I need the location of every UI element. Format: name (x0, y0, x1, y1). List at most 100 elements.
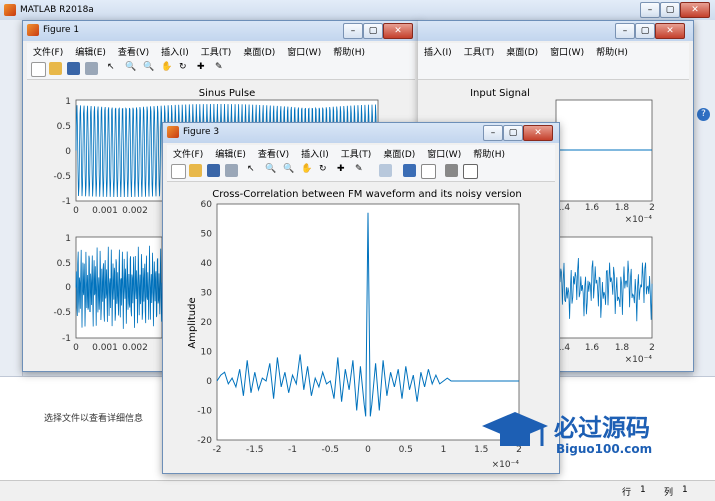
zoom-in-icon[interactable]: 🔍 (265, 164, 278, 177)
pointer-icon[interactable]: ↖ (107, 62, 120, 75)
matlab-minimize-button[interactable]: – (640, 2, 660, 18)
matlab-logo-icon (4, 4, 16, 16)
show-tools-icon[interactable] (463, 164, 478, 179)
brush-icon[interactable]: ✎ (215, 62, 228, 75)
x-tick-label: -1 (288, 445, 297, 455)
pan-icon[interactable]: ✋ (161, 62, 174, 75)
menu-view[interactable]: 查看(V) (112, 43, 155, 60)
secondary-close-button[interactable]: ✕ (655, 23, 685, 39)
y-tick-label: 30 (201, 289, 213, 299)
figure1-menubar: 文件(F) 编辑(E) 查看(V) 插入(I) 工具(T) 桌面(D) 窗口(W) 帮助(H) (27, 43, 415, 59)
secondary-toolbar (418, 59, 689, 80)
print-icon[interactable] (225, 164, 238, 177)
brush-icon[interactable]: ✎ (355, 164, 368, 177)
new-icon[interactable] (171, 164, 186, 179)
status-row-value: 1 (640, 485, 646, 495)
datatip-icon[interactable]: ✚ (197, 62, 210, 75)
menu-window[interactable]: 窗口(W) (421, 145, 467, 162)
matlab-title: MATLAB R2018a (20, 5, 94, 15)
menu-file[interactable]: 文件(F) (27, 43, 69, 60)
menu-insert-2[interactable]: 插入(I) (418, 43, 458, 60)
figure3-titlebar[interactable]: Figure 3 – ▢ ✕ (163, 123, 559, 143)
open-icon[interactable] (189, 164, 202, 177)
figure1-maximize-button[interactable]: ▢ (363, 23, 383, 39)
menu-file[interactable]: 文件(F) (167, 145, 209, 162)
save-icon[interactable] (67, 62, 80, 75)
x-tick-label: 0 (365, 445, 371, 455)
status-col-value: 1 (682, 485, 688, 495)
y-tick-label: 50 (201, 230, 213, 240)
watermark-cn: 必过源码 (554, 414, 650, 442)
menu-desktop[interactable]: 桌面(D) (377, 145, 421, 162)
figure-icon (167, 126, 179, 138)
watermark: 必过源码 Biguo100.com (480, 408, 710, 462)
figure3-minimize-button[interactable]: – (483, 125, 503, 141)
menu-window-2[interactable]: 窗口(W) (544, 43, 590, 60)
figure3-maximize-button[interactable]: ▢ (503, 125, 523, 141)
menu-edit[interactable]: 编辑(E) (69, 43, 112, 60)
x-tick-label: 1 (441, 445, 447, 455)
zoom-out-icon[interactable]: 🔍 (283, 164, 296, 177)
figure1-minimize-button[interactable]: – (343, 23, 363, 39)
watermark-url: Biguo100.com (556, 442, 653, 456)
menu-insert[interactable]: 插入(I) (295, 145, 335, 162)
rotate-icon[interactable]: ↻ (319, 164, 332, 177)
y-tick-label: 40 (201, 259, 213, 269)
figure1-close-button[interactable]: ✕ (383, 23, 413, 39)
new-icon[interactable] (31, 62, 46, 77)
figure3-title: Figure 3 (183, 127, 220, 137)
link-icon[interactable] (379, 164, 392, 177)
menu-help[interactable]: 帮助(H) (327, 43, 371, 60)
status-bar: 行 1 列 1 (0, 480, 715, 501)
pan-icon[interactable]: ✋ (301, 164, 314, 177)
menu-tools[interactable]: 工具(T) (195, 43, 238, 60)
y-tick-label: -20 (197, 436, 212, 446)
menu-desktop[interactable]: 桌面(D) (237, 43, 281, 60)
save-icon[interactable] (207, 164, 220, 177)
status-col-label: 列 (664, 488, 674, 498)
print-icon[interactable] (85, 62, 98, 75)
y-tick-label: -10 (197, 407, 212, 417)
menu-window[interactable]: 窗口(W) (281, 43, 327, 60)
x-tick-label: 0.5 (399, 445, 413, 455)
matlab-titlebar: MATLAB R2018a – ▢ ✕ (0, 0, 715, 20)
y-tick-label: 20 (201, 318, 213, 328)
menu-tools-2[interactable]: 工具(T) (458, 43, 501, 60)
y-tick-label: 0 (206, 377, 212, 387)
zoom-out-icon[interactable]: 🔍 (143, 62, 156, 75)
x-tick-label: -0.5 (321, 445, 339, 455)
matlab-maximize-button[interactable]: ▢ (660, 2, 680, 18)
menu-insert[interactable]: 插入(I) (155, 43, 195, 60)
figure1-secondary-titlebar[interactable]: – ▢ ✕ (418, 21, 693, 41)
datatip-icon[interactable]: ✚ (337, 164, 350, 177)
menu-edit[interactable]: 编辑(E) (209, 145, 252, 162)
secondary-menubar: 插入(I) 工具(T) 桌面(D) 窗口(W) 帮助(H) (418, 43, 689, 59)
figure3-menubar: 文件(F) 编辑(E) 查看(V) 插入(I) 工具(T) 桌面(D) 窗口(W) 帮助(H) (167, 145, 555, 161)
y-tick-label: 10 (201, 348, 213, 358)
menu-help-2[interactable]: 帮助(H) (590, 43, 634, 60)
status-row-label: 行 (622, 488, 632, 498)
zoom-in-icon[interactable]: 🔍 (125, 62, 138, 75)
menu-view[interactable]: 查看(V) (252, 145, 295, 162)
legend-icon[interactable] (421, 164, 436, 179)
hide-tools-icon[interactable] (445, 164, 458, 177)
y-tick-label: 60 (201, 200, 213, 210)
rotate-icon[interactable]: ↻ (179, 62, 192, 75)
pointer-icon[interactable]: ↖ (247, 164, 260, 177)
secondary-maximize-button[interactable]: ▢ (635, 23, 655, 39)
y-axis-label: Amplitude (187, 297, 198, 348)
figure1-title: Figure 1 (43, 25, 80, 35)
figure1-titlebar[interactable]: Figure 1 – ▢ ✕ (23, 21, 419, 41)
menu-help[interactable]: 帮助(H) (467, 145, 511, 162)
help-icon[interactable]: ? (697, 108, 710, 121)
figure3-close-button[interactable]: ✕ (523, 125, 553, 141)
figure-icon (27, 24, 39, 36)
matlab-close-button[interactable]: ✕ (680, 2, 710, 18)
figure1-toolbar: ↖ 🔍 🔍 ✋ ↻ ✚ ✎ (27, 59, 415, 80)
colorbar-icon[interactable] (403, 164, 416, 177)
menu-tools[interactable]: 工具(T) (335, 145, 378, 162)
secondary-minimize-button[interactable]: – (615, 23, 635, 39)
menu-desktop-2[interactable]: 桌面(D) (500, 43, 544, 60)
open-icon[interactable] (49, 62, 62, 75)
x-tick-label: -2 (213, 445, 222, 455)
